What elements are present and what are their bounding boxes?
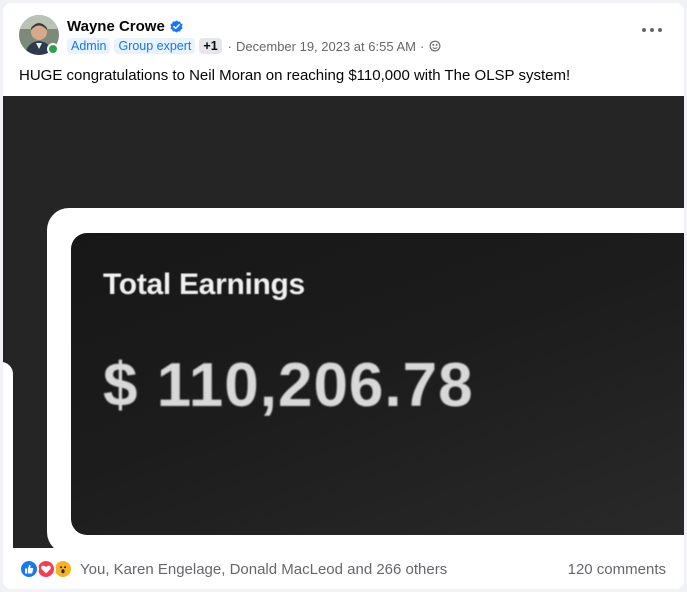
earnings-label: Total Earnings — [103, 268, 305, 301]
author-line: Wayne Crowe — [67, 16, 183, 36]
comment-count[interactable]: 120 comments — [568, 561, 666, 578]
like-reaction-icon — [19, 559, 39, 579]
post-timestamp[interactable]: December 19, 2023 at 6:55 AM — [236, 39, 416, 54]
dot-icon — [642, 28, 646, 32]
admin-badge[interactable]: Admin — [67, 38, 111, 54]
post-options-button[interactable] — [642, 25, 662, 35]
post-photo[interactable]: Total Earnings $ 110,206.78 — [3, 96, 684, 548]
wow-reaction-icon — [53, 559, 73, 579]
post-meta: Admin Group expert +1 · December 19, 202… — [67, 37, 441, 55]
verified-badge-icon — [170, 19, 183, 33]
group-expert-badge[interactable]: Group expert — [114, 38, 196, 54]
reaction-icons[interactable] — [19, 559, 77, 579]
dot-icon — [658, 28, 662, 32]
photo-left-card — [3, 362, 13, 548]
more-badges-badge[interactable]: +1 — [199, 38, 222, 54]
meta-separator-2: · — [419, 38, 425, 54]
online-status-indicator — [47, 43, 59, 55]
globe-icon[interactable] — [429, 40, 441, 52]
earnings-amount: $ 110,206.78 — [103, 351, 474, 420]
dot-icon — [650, 28, 654, 32]
love-reaction-icon — [36, 559, 56, 579]
post-footer: You, Karen Engelage, Donald MacLeod and … — [3, 548, 684, 589]
author-name[interactable]: Wayne Crowe — [67, 18, 165, 35]
post-text: HUGE congratulations to Neil Moran on re… — [19, 67, 571, 84]
meta-separator: · — [227, 38, 233, 54]
post-card: Wayne Crowe Admin Group expert +1 · Dece… — [3, 3, 684, 589]
reaction-summary[interactable]: You, Karen Engelage, Donald MacLeod and … — [80, 561, 447, 578]
